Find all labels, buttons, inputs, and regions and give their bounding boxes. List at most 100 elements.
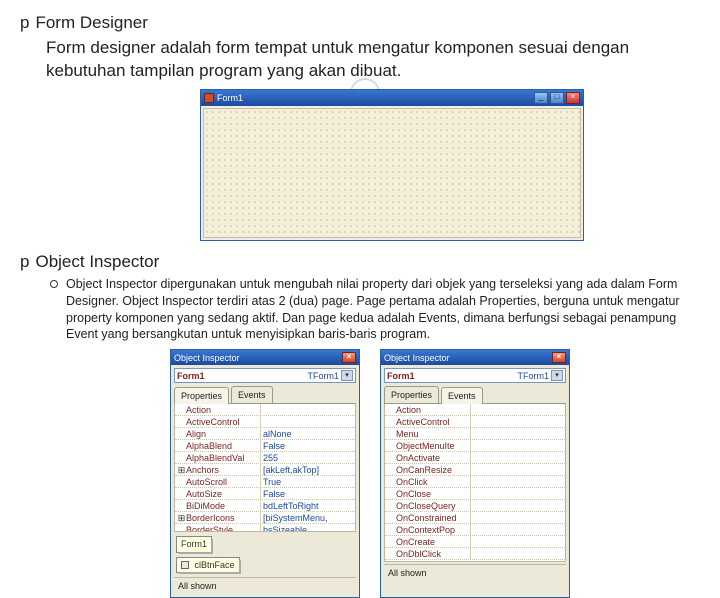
expand-icon[interactable]: ⊞ <box>177 464 186 476</box>
property-row[interactable]: OnCloseQuery <box>385 500 565 512</box>
property-row[interactable]: OnActivate <box>385 452 565 464</box>
property-row[interactable]: OnContextPop <box>385 524 565 536</box>
property-row[interactable]: AutoSizeFalse <box>175 488 355 500</box>
property-name: OnActivate <box>385 452 471 463</box>
property-name: ActiveControl <box>385 416 471 427</box>
oi-title: Object Inspector <box>174 352 342 364</box>
object-selector[interactable]: Form1 TForm1 ▾ <box>384 368 566 383</box>
property-value[interactable]: False <box>261 488 355 499</box>
property-row[interactable]: OnConstrained <box>385 512 565 524</box>
property-row[interactable]: Menu <box>385 428 565 440</box>
property-value[interactable] <box>471 548 565 559</box>
property-name: AutoScroll <box>175 476 261 487</box>
object-type: TForm1 <box>518 370 550 382</box>
property-row[interactable]: AlphaBlendFalse <box>175 440 355 452</box>
sub-bullet-icon <box>50 280 58 288</box>
property-name: AlphaBlend <box>175 440 261 451</box>
property-value[interactable]: bdLeftToRight <box>261 500 355 511</box>
property-row[interactable]: ActiveControl <box>175 416 355 428</box>
tab-properties[interactable]: Properties <box>384 386 439 403</box>
minimize-button[interactable]: _ <box>534 92 548 104</box>
property-row[interactable]: ⊞Anchors[akLeft,akTop] <box>175 464 355 476</box>
property-row[interactable]: AlphaBlendVal255 <box>175 452 355 464</box>
property-value[interactable] <box>261 404 355 415</box>
property-value[interactable] <box>471 440 565 451</box>
property-value[interactable]: [biSystemMenu, <box>261 512 355 523</box>
object-inspector-properties-window: Object Inspector × Form1 TForm1 ▾ Proper… <box>170 349 360 598</box>
property-value[interactable] <box>471 452 565 463</box>
form-designer-window: Form1 _ □ × <box>200 89 584 241</box>
tab-events[interactable]: Events <box>441 387 483 404</box>
app-icon <box>204 93 214 103</box>
property-name: ObjectMenuIte <box>385 440 471 451</box>
property-name: OnDblClick <box>385 548 471 559</box>
hint-caption: Form1 <box>176 536 212 552</box>
heading-object-inspector: Object Inspector <box>35 251 159 274</box>
property-list[interactable]: Action ActiveControl AlignalNone AlphaBl… <box>174 404 356 532</box>
expand-icon[interactable]: ⊞ <box>177 512 186 524</box>
property-value[interactable]: alNone <box>261 428 355 439</box>
property-row[interactable]: OnCanResize <box>385 464 565 476</box>
object-name: Form1 <box>387 370 518 382</box>
oi-status-bar: All shown <box>384 564 566 581</box>
property-value[interactable]: 255 <box>261 452 355 463</box>
property-value[interactable]: False <box>261 440 355 451</box>
property-value[interactable]: True <box>261 476 355 487</box>
property-name: Action <box>175 404 261 415</box>
desc-object-inspector-row: Object Inspector dipergunakan untuk meng… <box>50 276 700 344</box>
form-design-surface[interactable] <box>203 108 581 238</box>
property-row[interactable]: OnDblClick <box>385 548 565 560</box>
property-value[interactable] <box>471 476 565 487</box>
property-row[interactable]: BorderStylebsSizeable <box>175 524 355 532</box>
maximize-button[interactable]: □ <box>550 92 564 104</box>
property-row[interactable]: OnClick <box>385 476 565 488</box>
property-value[interactable] <box>471 428 565 439</box>
close-icon[interactable]: × <box>552 352 566 363</box>
chevron-down-icon[interactable]: ▾ <box>551 370 563 381</box>
property-value[interactable] <box>471 464 565 475</box>
close-icon[interactable]: × <box>342 352 356 363</box>
property-value[interactable] <box>471 416 565 427</box>
property-row[interactable]: ActiveControl <box>385 416 565 428</box>
property-value[interactable]: bsSizeable <box>261 524 355 532</box>
color-swatch-icon <box>181 561 189 569</box>
object-name: Form1 <box>177 370 308 382</box>
property-row[interactable]: Action <box>385 404 565 416</box>
property-value[interactable]: [akLeft,akTop] <box>261 464 355 475</box>
property-row[interactable]: AlignalNone <box>175 428 355 440</box>
property-name: ActiveControl <box>175 416 261 427</box>
property-name: OnConstrained <box>385 512 471 523</box>
tab-properties[interactable]: Properties <box>174 387 229 404</box>
property-row[interactable]: OnCreate <box>385 536 565 548</box>
property-row[interactable]: OnClose <box>385 488 565 500</box>
tab-events[interactable]: Events <box>231 386 273 403</box>
object-selector[interactable]: Form1 TForm1 ▾ <box>174 368 356 383</box>
property-name: AlphaBlendVal <box>175 452 261 463</box>
property-value[interactable] <box>471 512 565 523</box>
section-object-inspector: p Object Inspector <box>20 247 700 276</box>
hint-caption-text: Form1 <box>181 539 207 549</box>
property-value[interactable] <box>261 416 355 427</box>
property-row[interactable]: ObjectMenuIte <box>385 440 565 452</box>
form-title: Form1 <box>217 92 532 104</box>
form-titlebar: Form1 _ □ × <box>201 90 583 106</box>
property-row[interactable]: AutoScrollTrue <box>175 476 355 488</box>
property-row[interactable]: BiDiModebdLeftToRight <box>175 500 355 512</box>
property-value[interactable] <box>471 488 565 499</box>
oi-title: Object Inspector <box>384 352 552 364</box>
close-button[interactable]: × <box>566 92 580 104</box>
property-value[interactable] <box>471 524 565 535</box>
property-value[interactable] <box>471 536 565 547</box>
oi-titlebar: Object Inspector × <box>381 350 569 365</box>
property-row[interactable]: ⊞BorderIcons[biSystemMenu, <box>175 512 355 524</box>
property-name: Menu <box>385 428 471 439</box>
property-name: OnCreate <box>385 536 471 547</box>
event-list[interactable]: Action ActiveControl Menu ObjectMenuIte … <box>384 404 566 562</box>
bullet-icon: p <box>20 14 29 31</box>
property-row[interactable]: Action <box>175 404 355 416</box>
oi-tabs: Properties Events <box>174 386 356 404</box>
property-value[interactable] <box>471 404 565 415</box>
property-value[interactable] <box>471 500 565 511</box>
property-name: Align <box>175 428 261 439</box>
chevron-down-icon[interactable]: ▾ <box>341 370 353 381</box>
